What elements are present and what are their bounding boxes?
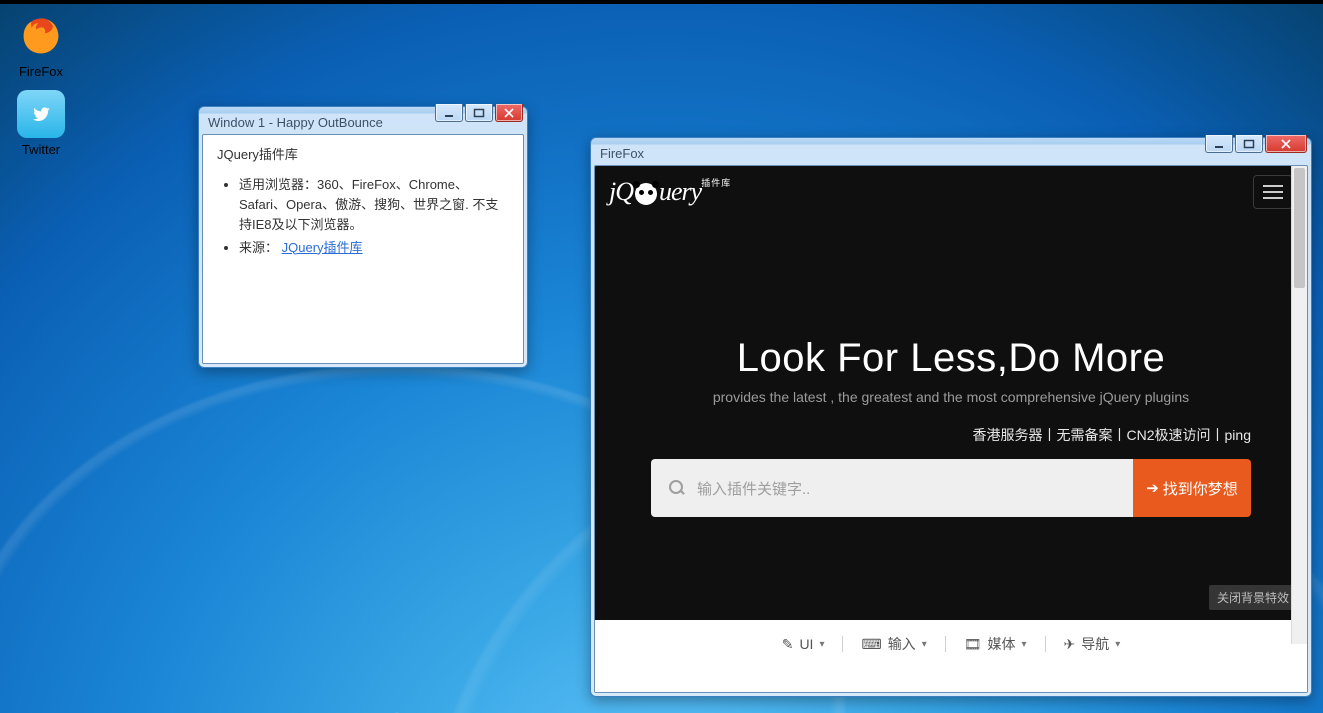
document-body: JQuery插件库 适用浏览器：360、FireFox、Chrome、Safar… [203, 135, 523, 270]
panda-icon [635, 183, 657, 205]
menu-media[interactable]: 🎞 媒体 ▾ [946, 634, 1045, 654]
window-buttons [433, 104, 523, 122]
brush-icon: ✎ [782, 636, 794, 653]
window-buttons [1203, 135, 1307, 153]
menu-label: UI [799, 636, 813, 652]
promo-line: 香港服务器丨无需备案丨CN2极速访问丨ping [595, 405, 1307, 451]
search-bar: 输入插件关键字.. ➔ 找到你梦想 [651, 459, 1251, 517]
webpage: jQuery 插件库 Look For Less,Do More provide… [595, 166, 1307, 692]
hero-subtitle: provides the latest , the greatest and t… [595, 389, 1307, 405]
close-button[interactable] [495, 104, 523, 122]
top-strip [0, 0, 1323, 4]
window-outbounce[interactable]: Window 1 - Happy OutBounce JQuery插件库 适用浏… [198, 106, 528, 368]
menu-nav[interactable]: ✈ 导航 ▾ [1046, 634, 1139, 654]
scrollbar-thumb[interactable] [1294, 168, 1305, 288]
doc-bullet-prefix: 来源： [239, 240, 278, 255]
paper-plane-icon: ✈ [1064, 636, 1076, 653]
menu-label: 导航 [1081, 634, 1109, 654]
doc-bullet: 适用浏览器：360、FireFox、Chrome、Safari、Opera、傲游… [239, 175, 509, 235]
desktop-icon-label: Twitter [6, 142, 76, 157]
search-icon [669, 480, 685, 496]
brand-logo: jQuery [609, 177, 701, 207]
minimize-button[interactable] [1205, 135, 1233, 153]
arrow-right-icon: ➔ [1146, 479, 1159, 497]
chevron-down-icon: ▾ [922, 639, 927, 650]
window-client: JQuery插件库 适用浏览器：360、FireFox、Chrome、Safar… [202, 134, 524, 364]
toggle-fx-button[interactable]: 关闭背景特效 [1209, 585, 1297, 610]
window-client: jQuery 插件库 Look For Less,Do More provide… [594, 165, 1308, 693]
desktop-icon-twitter[interactable]: Twitter [6, 90, 76, 157]
titlebar[interactable]: FireFox [594, 141, 1308, 165]
hamburger-icon[interactable] [1253, 175, 1293, 209]
film-icon: 🎞 [964, 636, 982, 653]
hero-title: Look For Less,Do More [595, 336, 1307, 381]
window-title: FireFox [600, 146, 1302, 161]
search-placeholder: 输入插件关键字.. [697, 478, 810, 499]
search-button-label: 找到你梦想 [1163, 478, 1238, 499]
keyboard-icon: ⌨ [861, 636, 881, 653]
maximize-button[interactable] [1235, 135, 1263, 153]
menu-label: 输入 [888, 634, 916, 654]
maximize-button[interactable] [465, 104, 493, 122]
menu-ui[interactable]: ✎ UI ▾ [764, 636, 843, 653]
menu-input[interactable]: ⌨ 输入 ▾ [843, 634, 944, 654]
doc-bullet: 来源： JQuery插件库 [239, 238, 509, 258]
twitter-icon [17, 90, 65, 138]
brand[interactable]: jQuery 插件库 [609, 177, 735, 207]
firefox-icon [17, 12, 65, 60]
doc-heading: JQuery插件库 [217, 145, 509, 165]
close-button[interactable] [1265, 135, 1307, 153]
hero: Look For Less,Do More provides the lates… [595, 218, 1307, 405]
window-firefox[interactable]: FireFox jQuery 插件库 Look For Less,Do More… [590, 137, 1312, 697]
menu-label: 媒体 [988, 634, 1016, 654]
search-button[interactable]: ➔ 找到你梦想 [1133, 459, 1251, 517]
chevron-down-icon: ▾ [819, 639, 824, 650]
hero-area: jQuery 插件库 Look For Less,Do More provide… [595, 166, 1307, 620]
page-nav: jQuery 插件库 [595, 166, 1307, 218]
brand-sup: 插件库 [701, 176, 731, 189]
doc-link[interactable]: JQuery插件库 [282, 240, 363, 255]
scrollbar[interactable] [1291, 166, 1307, 644]
desktop-icon-firefox[interactable]: FireFox [6, 12, 76, 79]
chevron-down-icon: ▾ [1022, 639, 1027, 650]
desktop-icon-label: FireFox [6, 64, 76, 79]
chevron-down-icon: ▾ [1115, 639, 1120, 650]
bottom-menu: ✎ UI ▾ ⌨ 输入 ▾ 🎞 媒体 ▾ ✈ [595, 620, 1307, 668]
minimize-button[interactable] [435, 104, 463, 122]
search-input[interactable]: 输入插件关键字.. [651, 459, 1133, 517]
